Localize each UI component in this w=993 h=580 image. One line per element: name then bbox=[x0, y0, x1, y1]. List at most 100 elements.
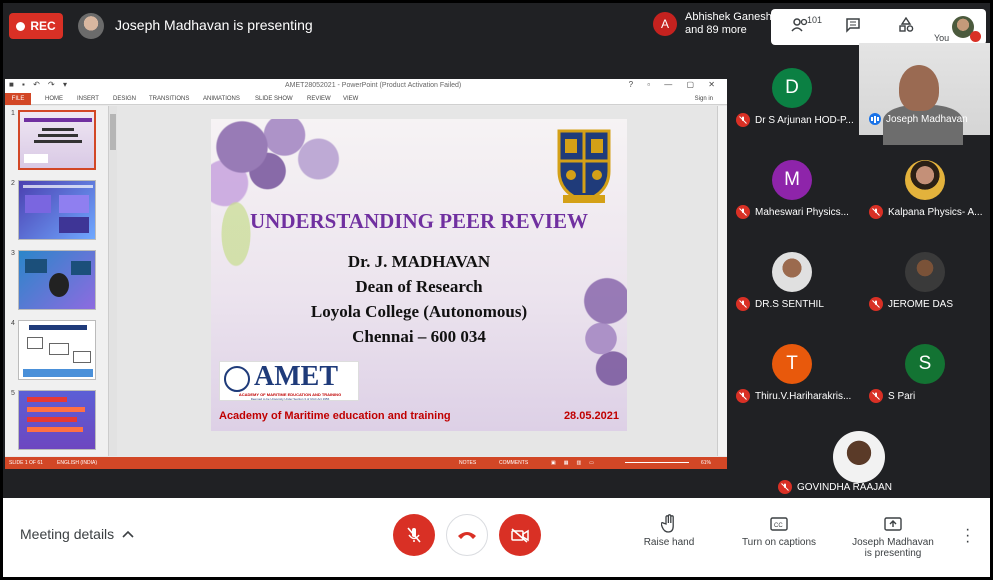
participant-photo bbox=[905, 160, 945, 200]
captions-button[interactable]: CC Turn on captions bbox=[737, 514, 821, 548]
pinned-more: and 89 more bbox=[685, 24, 747, 36]
record-dot-icon bbox=[16, 21, 26, 31]
slide-thumbnail[interactable] bbox=[18, 250, 96, 310]
activities-icon[interactable] bbox=[898, 16, 914, 38]
leave-call-button[interactable] bbox=[446, 514, 488, 556]
speaker-city: Chennai – 600 034 bbox=[352, 327, 486, 346]
ppt-tab-transitions[interactable]: TRANSITIONS bbox=[149, 96, 189, 102]
amet-emblem-icon bbox=[224, 366, 250, 392]
ppt-tab-slideshow[interactable]: SLIDE SHOW bbox=[255, 96, 293, 102]
ppt-tab-insert[interactable]: INSERT bbox=[77, 96, 99, 102]
thumbnail-scrollbar[interactable] bbox=[109, 106, 117, 456]
raise-hand-button[interactable]: Raise hand bbox=[637, 514, 701, 548]
slide-thumbnail[interactable] bbox=[18, 180, 96, 240]
participant-avatar: D bbox=[772, 68, 812, 108]
mic-toggle-button[interactable] bbox=[393, 514, 435, 556]
presenting-status-line1: Joseph Madhavan bbox=[852, 537, 934, 548]
mic-off-icon bbox=[736, 389, 750, 403]
camera-off-icon bbox=[511, 528, 529, 543]
camera-toggle-button[interactable] bbox=[499, 514, 541, 556]
slide-thumbnail[interactable] bbox=[18, 110, 96, 170]
amet-logo-text: AMET bbox=[254, 361, 338, 392]
participant-photo bbox=[772, 252, 812, 292]
mic-off-icon bbox=[869, 389, 883, 403]
participant-tile[interactable]: Dr S Arjunan HOD-P... bbox=[736, 113, 854, 127]
thumb-number: 4 bbox=[11, 320, 15, 327]
participant-photo bbox=[905, 252, 945, 292]
participant-tile[interactable]: Joseph Madhavan bbox=[869, 113, 968, 125]
participant-tile[interactable]: Kalpana Physics- A... bbox=[869, 205, 983, 219]
svg-text:CC: CC bbox=[774, 523, 783, 529]
amet-logo-subtitle2: Deemed to be University Under Section 3 … bbox=[250, 397, 330, 401]
presenter-avatar bbox=[78, 13, 104, 39]
mic-off-icon bbox=[736, 113, 750, 127]
slide-thumbnail[interactable] bbox=[18, 320, 96, 380]
ppt-tab-design[interactable]: DESIGN bbox=[113, 96, 136, 102]
participant-avatar: S bbox=[905, 344, 945, 384]
slide-scrollbar[interactable] bbox=[717, 106, 727, 456]
present-screen-icon bbox=[884, 517, 902, 531]
slide-thumbnails: 1 2 3 4 5 bbox=[5, 106, 109, 456]
zoom-slider[interactable] bbox=[625, 462, 689, 463]
participant-tile[interactable]: DR.S SENTHIL bbox=[736, 297, 824, 311]
participant-tile[interactable]: JEROME DAS bbox=[869, 297, 953, 311]
you-label: You bbox=[934, 33, 950, 43]
present-status-button[interactable]: Joseph Madhavan is presenting bbox=[851, 514, 935, 559]
slide-thumbnail[interactable] bbox=[18, 390, 96, 450]
slide-body: Dr. J. MADHAVAN Dean of Research Loyola … bbox=[211, 249, 627, 349]
speaker-role: Dean of Research bbox=[355, 277, 483, 296]
participant-tile[interactable]: S Pari bbox=[869, 389, 915, 403]
current-slide: UNDERSTANDING PEER REVIEW Dr. J. MADHAVA… bbox=[211, 119, 627, 431]
participant-avatar: M bbox=[772, 160, 812, 200]
ppt-tab-review[interactable]: REVIEW bbox=[307, 96, 331, 102]
window-controls-icon: ? ▫ — ▢ ✕ bbox=[628, 80, 721, 89]
status-comments[interactable]: COMMENTS bbox=[499, 460, 528, 466]
self-muted-icon bbox=[970, 31, 981, 42]
participant-name: S Pari bbox=[888, 390, 916, 402]
participant-tile[interactable]: GOVINDHA RAAJAN bbox=[778, 480, 892, 494]
participant-avatar-a: A bbox=[653, 12, 677, 36]
pinned-participants-chip[interactable]: A Abhishek Ganesh and 89 more bbox=[653, 11, 772, 37]
meeting-details-button[interactable]: Meeting details bbox=[20, 526, 134, 542]
recording-badge: REC bbox=[9, 13, 63, 39]
ppt-tab-view[interactable]: VIEW bbox=[343, 96, 358, 102]
mic-off-icon bbox=[407, 527, 421, 543]
mic-off-icon bbox=[736, 297, 750, 311]
ppt-tab-home[interactable]: HOME bbox=[45, 96, 63, 102]
mic-off-icon bbox=[778, 480, 792, 494]
meeting-controls-bar: Meeting details Raise hand CC Turn on ca… bbox=[3, 500, 990, 577]
mic-off-icon bbox=[736, 205, 750, 219]
captions-label: Turn on captions bbox=[741, 537, 817, 548]
more-options-icon[interactable]: · · · bbox=[965, 522, 970, 550]
quick-access-icons: ■ ▪ ↶ ↷ ▾ bbox=[9, 80, 70, 89]
status-notes[interactable]: NOTES bbox=[459, 460, 476, 466]
view-buttons-icon[interactable]: ▣▦▥▭ bbox=[551, 460, 602, 466]
participant-name: Kalpana Physics- A... bbox=[888, 206, 983, 218]
participant-name: GOVINDHA RAAJAN bbox=[797, 481, 893, 493]
ppt-tab-animations[interactable]: ANIMATIONS bbox=[203, 96, 240, 102]
speaker-institution: Loyola College (Autonomous) bbox=[310, 302, 528, 321]
college-crest-icon bbox=[557, 129, 611, 203]
ppt-sign-in[interactable]: Sign in bbox=[695, 96, 713, 102]
participant-tile[interactable]: Maheswari Physics... bbox=[736, 205, 849, 219]
pinned-name: Abhishek Ganesh bbox=[685, 11, 772, 23]
ppt-window-title: AMET28052021 - PowerPoint (Product Activ… bbox=[285, 82, 462, 89]
mic-off-icon bbox=[869, 205, 883, 219]
status-language: ENGLISH (INDIA) bbox=[57, 460, 98, 466]
status-zoom[interactable]: 61% bbox=[701, 460, 711, 466]
participant-avatar: T bbox=[772, 344, 812, 384]
participant-name: JEROME DAS bbox=[888, 298, 954, 310]
mic-off-icon bbox=[869, 297, 883, 311]
presenting-status-line2: is presenting bbox=[864, 548, 922, 559]
raise-hand-label: Raise hand bbox=[643, 537, 695, 548]
ppt-file-tab[interactable]: FILE bbox=[5, 93, 31, 105]
thumb-number: 3 bbox=[11, 250, 15, 257]
hang-up-icon bbox=[458, 532, 476, 539]
captions-icon: CC bbox=[770, 517, 788, 531]
participant-tile[interactable]: Thiru.V.Hariharakris... bbox=[736, 389, 851, 403]
thumb-number: 1 bbox=[11, 110, 15, 117]
chat-icon[interactable] bbox=[845, 17, 861, 38]
slide-footer-date: 28.05.2021 bbox=[563, 410, 619, 422]
amet-logo: AMET ACADEMY OF MARITIME EDUCATION AND T… bbox=[219, 361, 359, 401]
meeting-details-label: Meeting details bbox=[20, 526, 115, 542]
